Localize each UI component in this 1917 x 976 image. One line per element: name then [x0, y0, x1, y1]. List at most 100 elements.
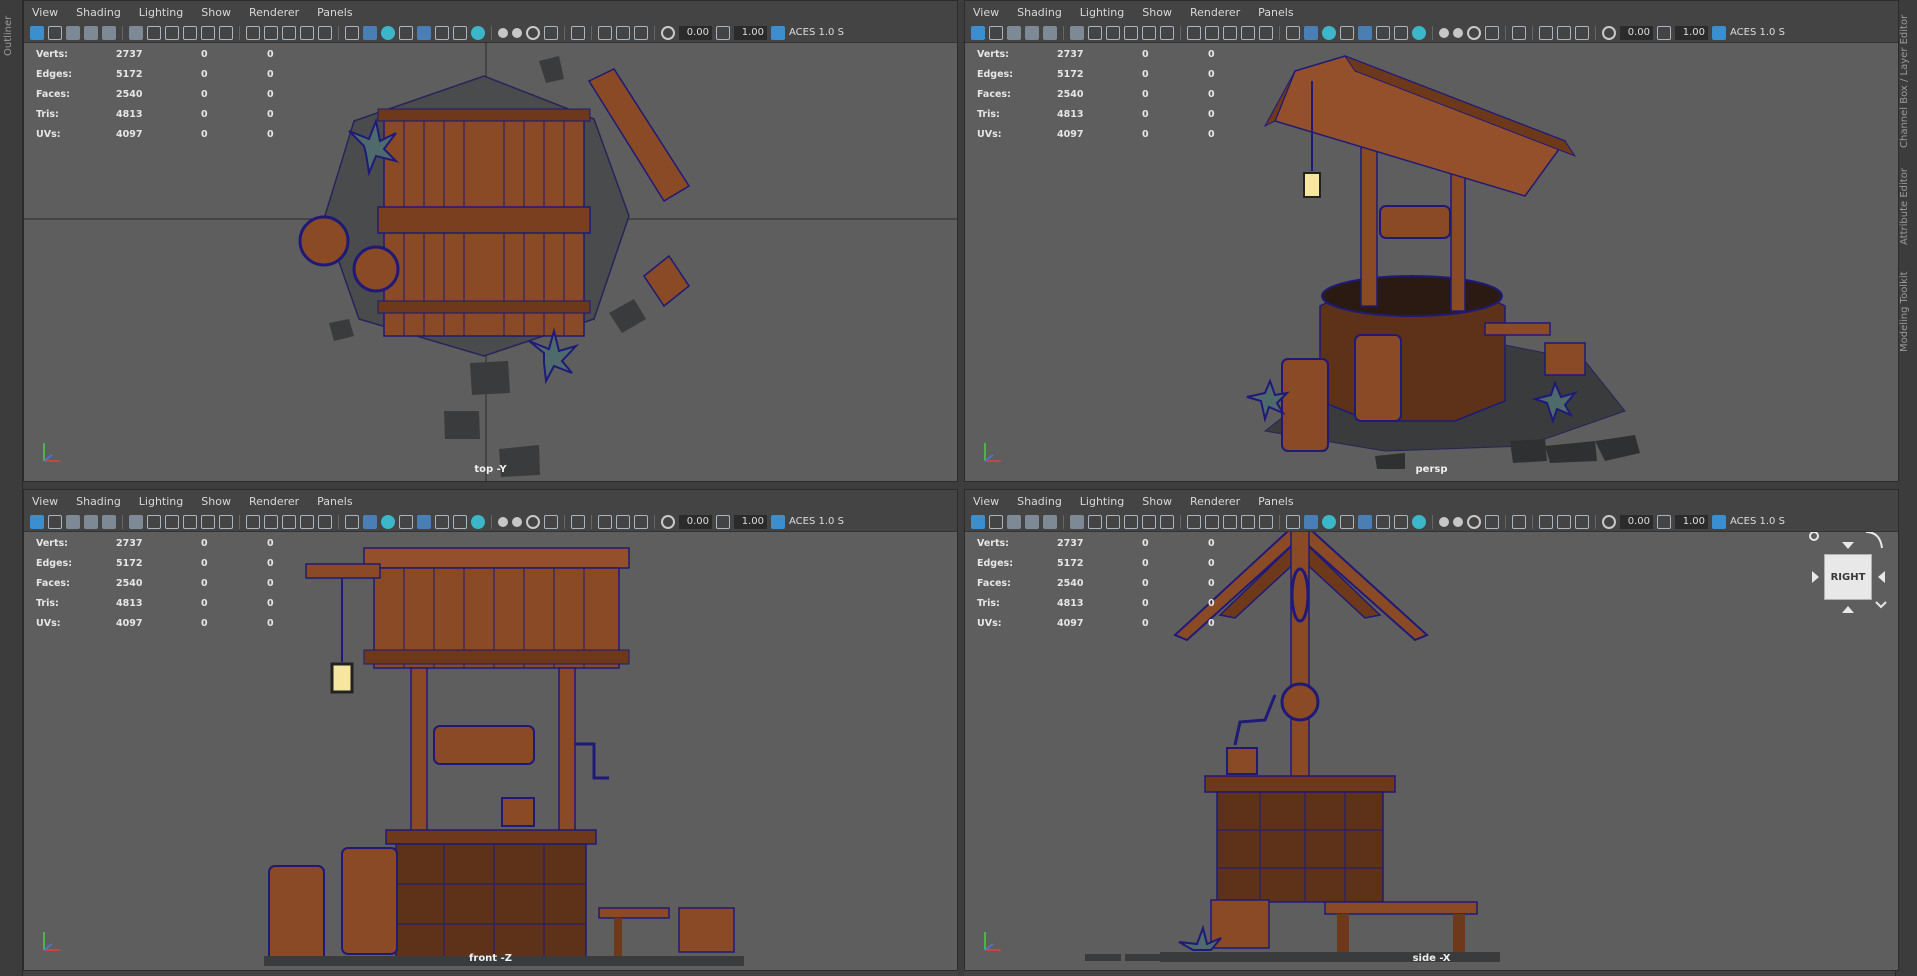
shadows-icon[interactable]	[1412, 25, 1426, 40]
viewport-persp[interactable]: View Shading Lighting Show Renderer Panels 0.0…	[964, 0, 1899, 482]
field-chart-icon[interactable]	[183, 25, 197, 40]
color-management-icon[interactable]	[1712, 514, 1726, 529]
default-material-icon[interactable]	[300, 25, 314, 40]
smooth-shade-icon[interactable]	[282, 25, 296, 40]
textured-icon[interactable]	[1340, 514, 1354, 529]
resolution-gate-icon[interactable]	[147, 25, 161, 40]
exposure-field[interactable]: 0.00	[1620, 25, 1653, 40]
motion-blur-icon[interactable]	[1453, 27, 1463, 38]
color-management-icon[interactable]	[771, 514, 785, 529]
camera-attr-icon[interactable]	[989, 514, 1003, 529]
menu-panels[interactable]: Panels	[1249, 6, 1302, 19]
wireframe-icon[interactable]	[1205, 514, 1219, 529]
textured-icon[interactable]	[1340, 25, 1354, 40]
resolution-icon[interactable]	[1575, 514, 1589, 529]
default-material-icon[interactable]	[1241, 514, 1255, 529]
select-camera-icon[interactable]	[30, 25, 44, 40]
gate-mask-icon[interactable]	[165, 25, 179, 40]
xray-icon[interactable]	[1259, 514, 1273, 529]
resolution-icon[interactable]	[634, 25, 648, 40]
exposure-field[interactable]: 0.00	[679, 514, 712, 529]
shaded-icon[interactable]	[1304, 514, 1318, 529]
lighting-icon[interactable]	[1322, 514, 1336, 529]
camera-attr-icon[interactable]	[989, 25, 1003, 40]
menu-shading[interactable]: Shading	[67, 495, 130, 508]
textured-icon[interactable]	[399, 25, 413, 40]
grid-icon[interactable]	[1187, 25, 1201, 40]
menu-panels[interactable]: Panels	[1249, 495, 1302, 508]
gamma-field[interactable]: 1.00	[734, 514, 767, 529]
isolate-select-icon[interactable]	[571, 25, 585, 40]
menu-view[interactable]: View	[24, 6, 67, 19]
dof-icon[interactable]	[544, 25, 558, 40]
xray-active-icon[interactable]	[1557, 514, 1571, 529]
field-chart-icon[interactable]	[1124, 25, 1138, 40]
color-management-icon[interactable]	[771, 25, 785, 40]
menu-show[interactable]: Show	[192, 495, 240, 508]
wireframe-icon[interactable]	[264, 514, 278, 529]
exposure-icon[interactable]	[1602, 25, 1616, 40]
menu-lighting[interactable]: Lighting	[1071, 6, 1133, 19]
color-management-icon[interactable]	[1712, 25, 1726, 40]
shadows-icon[interactable]	[471, 25, 485, 40]
menu-lighting[interactable]: Lighting	[130, 6, 192, 19]
shadows-icon[interactable]	[471, 514, 485, 529]
image-plane-icon[interactable]	[84, 25, 98, 40]
grid-icon[interactable]	[246, 514, 260, 529]
xray-joints-icon[interactable]	[435, 25, 449, 40]
use-lights-icon[interactable]	[453, 514, 467, 529]
menu-renderer[interactable]: Renderer	[1181, 6, 1249, 19]
menu-shading[interactable]: Shading	[1008, 495, 1071, 508]
menu-show[interactable]: Show	[1133, 495, 1181, 508]
gamma-field[interactable]: 1.00	[734, 25, 767, 40]
safe-title-icon[interactable]	[1160, 25, 1174, 40]
ao-icon[interactable]	[498, 27, 508, 38]
film-gate-icon[interactable]	[1070, 514, 1084, 529]
shaded-icon[interactable]	[1304, 25, 1318, 40]
gamma-icon[interactable]	[716, 514, 730, 529]
gamma-icon[interactable]	[1657, 25, 1671, 40]
2d-pan-icon[interactable]	[1043, 25, 1057, 40]
image-plane-icon[interactable]	[1025, 25, 1039, 40]
isolate-icon[interactable]	[345, 25, 359, 40]
2d-pan-icon[interactable]	[102, 25, 116, 40]
exposure-icon[interactable]	[661, 514, 675, 529]
exposure-field[interactable]: 0.00	[1620, 514, 1653, 529]
wireframe-icon[interactable]	[1205, 25, 1219, 40]
menu-view[interactable]: View	[24, 495, 67, 508]
resolution-icon[interactable]	[1575, 25, 1589, 40]
menu-view[interactable]: View	[965, 495, 1008, 508]
isolate-icon[interactable]	[1286, 25, 1300, 40]
view-transform-label[interactable]: ACES 1.0 S	[789, 27, 844, 38]
menu-view[interactable]: View	[965, 6, 1008, 19]
aa-icon[interactable]	[1467, 514, 1481, 529]
safe-action-icon[interactable]	[201, 514, 215, 529]
view-transform-label[interactable]: ACES 1.0 S	[789, 516, 844, 527]
outliner-tab[interactable]: Outliner	[3, 6, 19, 66]
menu-lighting[interactable]: Lighting	[1071, 495, 1133, 508]
image-plane-icon[interactable]	[84, 514, 98, 529]
grid-icon[interactable]	[246, 25, 260, 40]
smooth-shade-icon[interactable]	[282, 514, 296, 529]
gate-mask-icon[interactable]	[1106, 514, 1120, 529]
menu-renderer[interactable]: Renderer	[240, 495, 308, 508]
isolate-icon[interactable]	[345, 514, 359, 529]
smooth-shade-icon[interactable]	[1223, 514, 1237, 529]
use-lights-icon[interactable]	[453, 25, 467, 40]
attribute-editor-tab[interactable]: Attribute Editor	[1899, 162, 1915, 252]
menu-renderer[interactable]: Renderer	[1181, 495, 1249, 508]
view-transform-label[interactable]: ACES 1.0 S	[1730, 27, 1785, 38]
xray-joints-icon[interactable]	[1376, 25, 1390, 40]
gate-mask-icon[interactable]	[165, 514, 179, 529]
grid-icon[interactable]	[1187, 514, 1201, 529]
resolution-icon[interactable]	[634, 514, 648, 529]
xray-active-icon[interactable]	[616, 514, 630, 529]
hud-icon[interactable]	[1539, 25, 1553, 40]
hud-icon[interactable]	[598, 514, 612, 529]
select-camera-icon[interactable]	[971, 25, 985, 40]
wireframe-on-shaded-icon[interactable]	[1358, 514, 1372, 529]
hud-icon[interactable]	[1539, 514, 1553, 529]
wireframe-on-shaded-icon[interactable]	[417, 514, 431, 529]
shaded-icon[interactable]	[363, 25, 377, 40]
exposure-field[interactable]: 0.00	[679, 25, 712, 40]
